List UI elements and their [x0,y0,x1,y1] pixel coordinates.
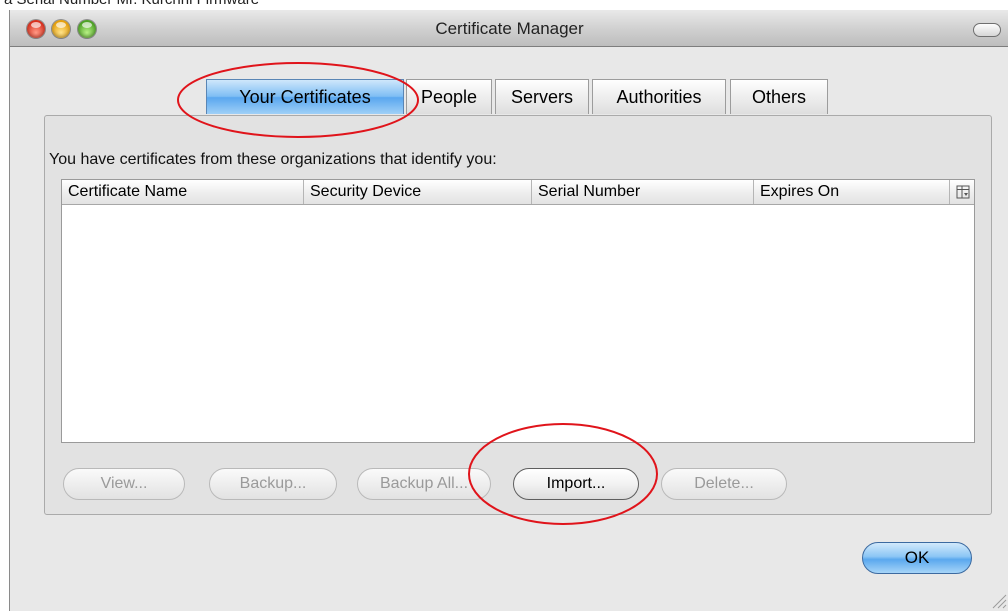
column-picker-icon[interactable] [952,180,974,204]
backup-all-button[interactable]: Backup All... [357,468,491,500]
resize-grip-icon[interactable] [989,591,1007,609]
intro-text: You have certificates from these organiz… [49,151,497,168]
tab-your-certificates[interactable]: Your Certificates [206,79,404,114]
certificates-table[interactable]: Certificate Name Security Device Serial … [61,179,975,443]
tab-people[interactable]: People [406,79,492,114]
toolbar-toggle-icon[interactable] [973,23,1001,37]
view-button[interactable]: View... [63,468,185,500]
tab-authorities[interactable]: Authorities [592,79,726,114]
column-header-serial-number[interactable]: Serial Number [532,180,754,204]
table-header: Certificate Name Security Device Serial … [62,180,974,205]
certificate-manager-window: Certificate Manager Your Certificates Pe… [9,10,1008,611]
column-header-certificate-name[interactable]: Certificate Name [62,180,304,204]
column-header-expires-on[interactable]: Expires On [754,180,950,204]
column-header-security-device[interactable]: Security Device [304,180,532,204]
tab-label: Servers [510,87,573,107]
delete-button[interactable]: Delete... [661,468,787,500]
title-bar[interactable]: Certificate Manager [10,10,1008,47]
tab-panel: You have certificates from these organiz… [44,115,992,515]
tab-label: Authorities [616,87,702,107]
tab-servers[interactable]: Servers [495,79,589,114]
tab-label: Your Certificates [239,87,371,107]
tab-others[interactable]: Others [730,79,828,114]
backup-button[interactable]: Backup... [209,468,337,500]
tab-label: Others [751,87,807,107]
import-button[interactable]: Import... [513,468,639,500]
background-window-text: a Serial Number Mr. Kurchnl Firmware [4,0,259,8]
ok-button[interactable]: OK [862,542,972,574]
window-title: Certificate Manager [435,19,584,38]
background-window: a Serial Number Mr. Kurchnl Firmware [0,0,1008,10]
tab-label: People [420,87,478,107]
